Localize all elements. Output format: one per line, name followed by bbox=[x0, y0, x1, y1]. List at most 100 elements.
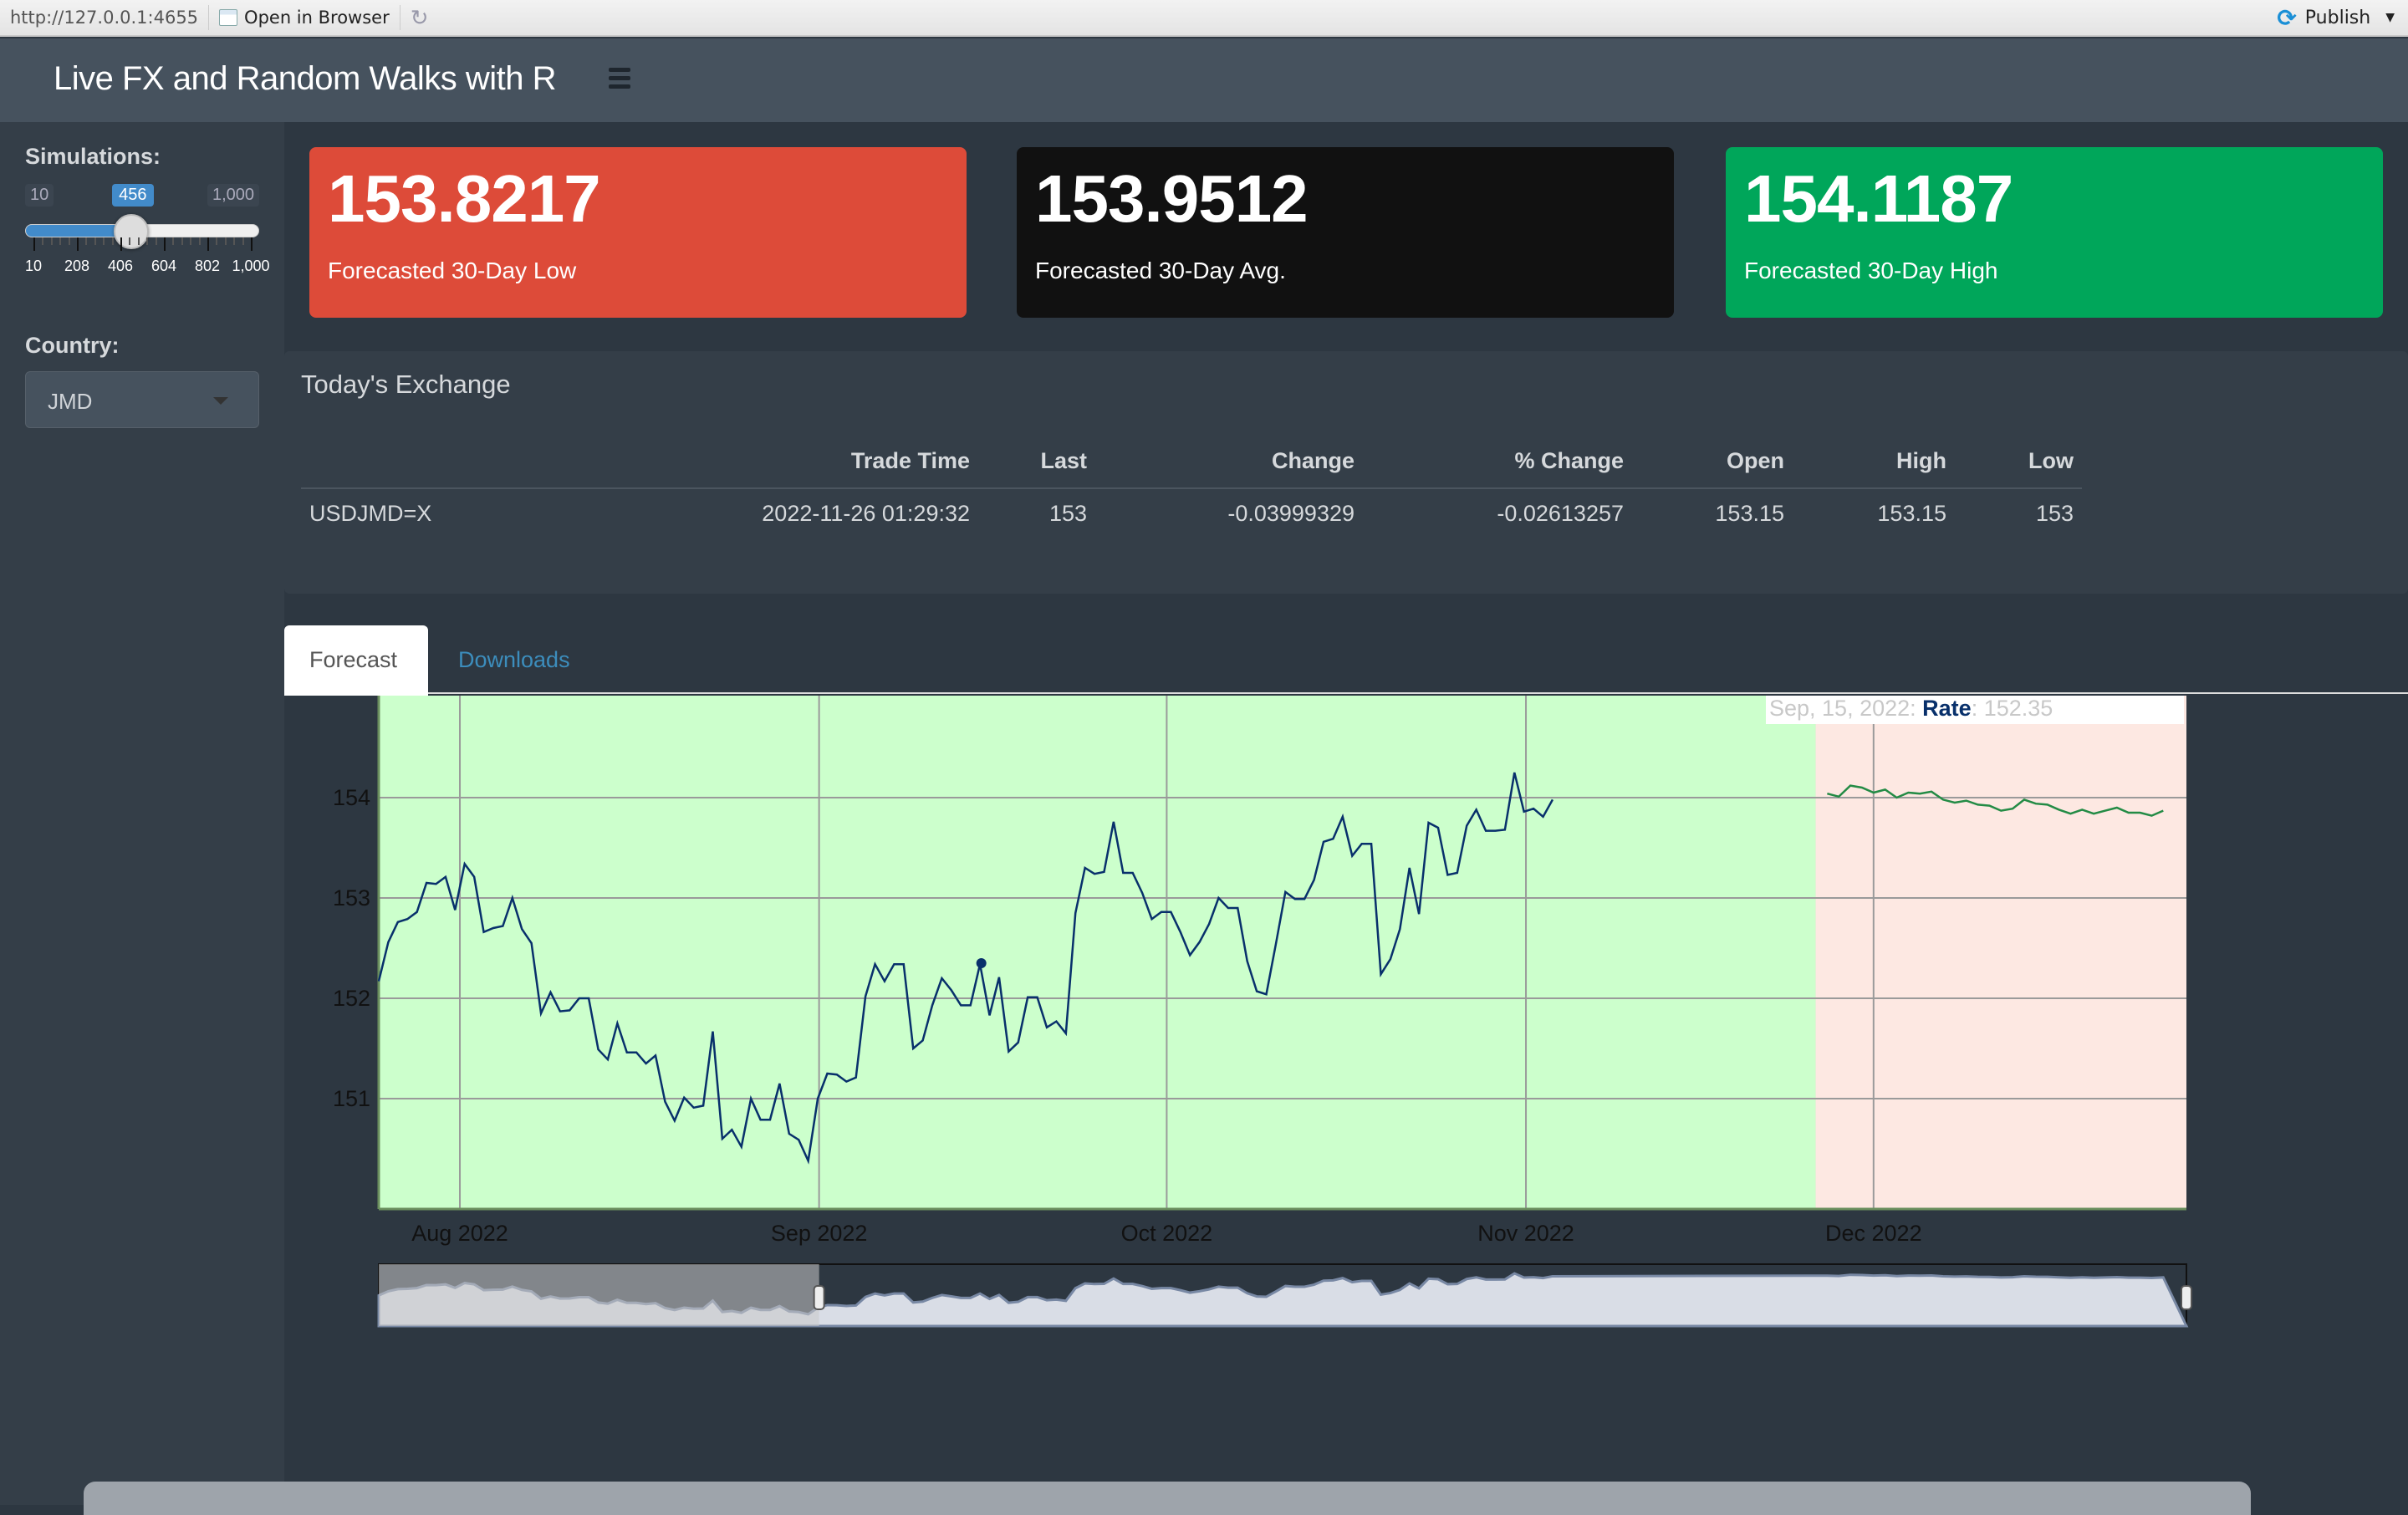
slider-tick bbox=[155, 237, 157, 245]
slider-tick-label: 10 bbox=[24, 258, 43, 274]
slider-tick bbox=[216, 237, 218, 245]
range-handle-right[interactable] bbox=[2181, 1285, 2192, 1310]
country-label: Country: bbox=[25, 333, 120, 358]
forecast-low-value: 153.8217 bbox=[328, 161, 601, 236]
cell-open: 153.15 bbox=[1715, 501, 1784, 526]
slider-tick bbox=[77, 237, 79, 251]
slider-tick bbox=[233, 237, 236, 245]
forecast-high-valuebox: 154.1187 Forecasted 30-Day High bbox=[1726, 147, 2383, 318]
app-title: Live FX and Random Walks with R bbox=[54, 60, 557, 97]
slider-tick bbox=[33, 237, 35, 251]
slider-min-label: 10 bbox=[25, 184, 54, 207]
slider-tick bbox=[172, 237, 175, 245]
slider-tick-label: 802 bbox=[194, 258, 221, 274]
cell-symbol: USDJMD=X bbox=[309, 501, 432, 526]
country-select[interactable]: JMD bbox=[25, 371, 259, 428]
os-dock bbox=[84, 1482, 2251, 1515]
publish-button[interactable]: ⟳ Publish ▼ bbox=[2277, 4, 2408, 32]
slider-tick-label: 406 bbox=[107, 258, 134, 274]
forecast-high-value: 154.1187 bbox=[1744, 161, 2013, 236]
slider-tick bbox=[137, 237, 140, 245]
col-high: High bbox=[1793, 441, 1955, 489]
chart-shade-history bbox=[379, 696, 1816, 1209]
open-in-browser-button[interactable]: Open in Browser bbox=[219, 8, 390, 28]
exchange-table: Trade Time Last Change % Change Open Hig… bbox=[301, 441, 2082, 538]
slider-tick bbox=[242, 237, 244, 245]
publish-label: Publish bbox=[2304, 7, 2371, 28]
x-tick-label: Sep 2022 bbox=[771, 1221, 868, 1246]
cell-last: 153 bbox=[1048, 501, 1087, 526]
y-tick-label: 153 bbox=[333, 885, 370, 911]
col-open: Open bbox=[1632, 441, 1793, 489]
slider-tick bbox=[85, 237, 88, 245]
slider-tick bbox=[111, 237, 114, 245]
viewer-toolbar: http://127.0.0.1:4655 Open in Browser ↻ … bbox=[0, 0, 2408, 37]
slider-tick bbox=[181, 237, 183, 245]
forecast-avg-value: 153.9512 bbox=[1035, 161, 1309, 236]
cell-high: 153.15 bbox=[1877, 501, 1946, 526]
open-in-browser-label: Open in Browser bbox=[244, 8, 390, 28]
url-label: http://127.0.0.1:4655 bbox=[10, 8, 199, 28]
tab-bar: Forecast Downloads bbox=[284, 624, 2408, 696]
caret-down-icon[interactable]: ▼ bbox=[2385, 11, 2395, 24]
slider-value-label: 456 bbox=[112, 184, 154, 207]
tab-downloads[interactable]: Downloads bbox=[433, 625, 595, 696]
slider-tick-label: 1,000 bbox=[232, 258, 270, 274]
publish-icon: ⟳ bbox=[2277, 3, 2297, 32]
slider-tick bbox=[198, 237, 201, 245]
divider bbox=[208, 5, 210, 30]
cell-low: 153 bbox=[2035, 501, 2074, 526]
chart-legend-tooltip: Sep, 15, 2022: Rate: 152.35 bbox=[1766, 696, 2184, 724]
slider-tick bbox=[50, 237, 53, 245]
range-selector-unselected-left bbox=[379, 1264, 819, 1326]
slider-tick bbox=[103, 237, 105, 245]
forecast-chart[interactable]: 151 152 153 154 Aug 2022 Sep 2022 Oct 2022 Nov … bbox=[284, 696, 2408, 1331]
forecast-avg-caption: Forecasted 30-Day Avg. bbox=[1035, 258, 1286, 283]
range-handle-left[interactable] bbox=[813, 1285, 825, 1310]
col-pct-change: % Change bbox=[1363, 441, 1632, 489]
simulations-slider[interactable] bbox=[25, 214, 259, 249]
slider-max-label: 1,000 bbox=[207, 184, 260, 207]
x-tick-label: Aug 2022 bbox=[411, 1221, 508, 1246]
tooltip-value: 152.35 bbox=[1983, 696, 2053, 721]
chart-shade-forecast bbox=[1815, 696, 2186, 1209]
slider-tick bbox=[146, 237, 149, 245]
slider-tick-label: 208 bbox=[64, 258, 90, 274]
slider-tick-labels: 10 208 406 604 802 1,000 bbox=[25, 258, 276, 276]
forecast-avg-valuebox: 153.9512 Forecasted 30-Day Avg. bbox=[1017, 147, 1674, 318]
slider-tick bbox=[224, 237, 227, 245]
col-low: Low bbox=[1955, 441, 2082, 489]
highlight-point bbox=[976, 958, 987, 968]
slider-tick bbox=[94, 237, 96, 245]
slider-tick bbox=[190, 237, 192, 245]
country-select-value: JMD bbox=[48, 389, 93, 414]
slider-tick bbox=[120, 237, 122, 251]
x-tick-label: Dec 2022 bbox=[1825, 1221, 1922, 1246]
sidebar-toggle-menu-icon[interactable] bbox=[609, 65, 630, 90]
x-tick-label: Oct 2022 bbox=[1121, 1221, 1213, 1246]
slider-tick bbox=[59, 237, 62, 245]
refresh-icon[interactable]: ↻ bbox=[411, 5, 429, 31]
slider-tick-label: 604 bbox=[150, 258, 177, 274]
open-window-icon bbox=[219, 9, 238, 26]
y-tick-label: 154 bbox=[333, 785, 370, 810]
slider-tick bbox=[42, 237, 44, 245]
table-header-row: Trade Time Last Change % Change Open Hig… bbox=[301, 441, 2082, 489]
todays-exchange-panel: Today's Exchange Trade Time Last Change … bbox=[284, 351, 2408, 594]
y-tick-label: 151 bbox=[333, 1086, 370, 1111]
tooltip-series: Rate bbox=[1922, 696, 1972, 721]
col-last: Last bbox=[978, 441, 1095, 489]
cell-pct-change: -0.02613257 bbox=[1497, 501, 1624, 526]
slider-tick bbox=[68, 237, 70, 245]
forecast-low-caption: Forecasted 30-Day Low bbox=[328, 258, 577, 283]
slider-tick bbox=[207, 237, 209, 251]
y-tick-label: 152 bbox=[333, 986, 370, 1011]
col-change: Change bbox=[1095, 441, 1363, 489]
forecast-low-valuebox: 153.8217 Forecasted 30-Day Low bbox=[309, 147, 967, 318]
main-body: 153.8217 Forecasted 30-Day Low 153.9512 … bbox=[284, 122, 2408, 1505]
forecast-high-caption: Forecasted 30-Day High bbox=[1744, 258, 1998, 283]
sidebar: Simulations: 10 1,000 456 10 208 406 604 802… bbox=[0, 122, 284, 1505]
tab-forecast[interactable]: Forecast bbox=[284, 625, 428, 696]
slider-tick bbox=[164, 237, 166, 251]
forecast-chart-svg[interactable]: 151 152 153 154 Aug 2022 Sep 2022 Oct 2022 Nov … bbox=[284, 696, 2408, 1331]
